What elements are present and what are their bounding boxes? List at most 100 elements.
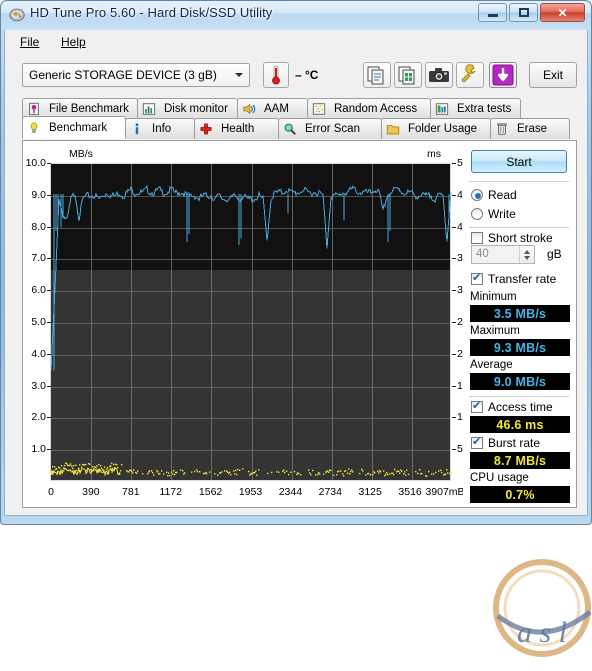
start-button[interactable]: Start [471, 150, 567, 173]
menu-bar: File Help [5, 30, 587, 52]
tab-info[interactable]: Info [125, 118, 195, 139]
x-axis-tick-label: 781 [122, 486, 140, 498]
checkbox-burst-rate-icon [471, 435, 483, 449]
left-axis-tick [47, 258, 51, 260]
short-stroke-spin-buttons[interactable] [519, 246, 534, 263]
tab-aam[interactable]: AAM [237, 98, 308, 119]
menu-file[interactable]: File [13, 33, 46, 50]
checkbox-access-time-label: Access time [488, 400, 553, 414]
average-value: 9.0 MB/s [470, 373, 570, 390]
benchmark-options-panel: Start Read Write Short stroke 40 gB ✔ Tr… [463, 141, 576, 507]
x-axis-tick-label: 3125 [358, 486, 382, 498]
window-title: HD Tune Pro 5.60 - Hard Disk/SSD Utility [30, 5, 273, 20]
average-label: Average [470, 359, 513, 371]
minimize-button[interactable] [478, 3, 507, 22]
left-axis-tick [47, 353, 51, 355]
radio-read[interactable]: Read [471, 188, 517, 202]
radio-write[interactable]: Write [471, 207, 516, 221]
tab-label: Erase [517, 123, 548, 135]
left-axis-tick [47, 226, 51, 228]
right-axis-tick [452, 194, 456, 196]
temperature-button[interactable] [263, 62, 289, 88]
tab-label: Folder Usage [408, 123, 478, 135]
left-axis-tick [47, 385, 51, 387]
checkbox-transfer-rate-label: Transfer rate [488, 272, 557, 286]
left-axis-tick-label: 6.0 [31, 284, 46, 297]
checkbox-burst-rate-label: Burst rate [488, 436, 541, 450]
watermark-overlay: a s l [480, 546, 592, 671]
x-axis-tick-label: 1172 [159, 486, 182, 498]
harddisk-icon [9, 7, 25, 23]
right-axis-tick [452, 385, 456, 387]
maximize-icon [510, 4, 537, 21]
tab-extra-tests[interactable]: Extra tests [430, 98, 521, 119]
tab-benchmark[interactable]: Benchmark [22, 116, 126, 139]
checkbox-short-stroke[interactable]: Short stroke [471, 231, 553, 245]
tab-label: Random Access [334, 103, 418, 115]
tab-label: AAM [264, 103, 289, 115]
cpu-usage-value: 0.7% [470, 486, 570, 503]
checkbox-burst-rate[interactable]: Burst rate [471, 435, 541, 450]
radio-read-label: Read [488, 188, 517, 202]
file-benchmark-icon [27, 102, 45, 116]
minimum-label: Minimum [470, 291, 517, 303]
tab-label: File Benchmark [49, 103, 129, 115]
short-stroke-stepper[interactable]: 40 [471, 245, 535, 264]
speaker-icon [242, 102, 260, 116]
x-axis-tick-label: 2734 [318, 486, 342, 498]
tab-label: Extra tests [457, 103, 512, 115]
checkbox-transfer-rate[interactable]: Transfer rate [471, 271, 557, 286]
short-stroke-value: 40 [476, 248, 489, 260]
magnifier-icon [283, 122, 301, 136]
right-axis-tick [452, 258, 456, 260]
tab-label: Health [221, 123, 255, 135]
checkbox-access-time[interactable]: Access time [471, 399, 553, 414]
divider [469, 181, 569, 182]
settings-button[interactable] [456, 62, 484, 88]
left-axis-tick-label: 7.0 [31, 252, 46, 265]
benchmark-panel: MB/s ms 10.0 9.0 8.0 7.0 6.0 5.0 4.0 3.0 2.0 1.0 … [22, 140, 592, 657]
spinner-up-icon[interactable] [524, 250, 530, 254]
spinner-down-icon[interactable] [524, 256, 530, 260]
left-axis-tick-label: 5.0 [31, 316, 46, 328]
exit-button-label: Exit [542, 68, 563, 82]
right-axis-tick [452, 353, 456, 355]
divider [469, 227, 569, 228]
tab-health[interactable]: Health [194, 118, 279, 139]
left-axis-tick [47, 290, 51, 292]
tab-disk-monitor[interactable]: Disk monitor [137, 98, 238, 119]
access-time-value: 46.6 ms [470, 416, 570, 433]
menu-help[interactable]: Help [54, 33, 93, 50]
chart-left-axis-unit: MB/s [69, 148, 93, 160]
svg-text:a s l: a s l [517, 616, 567, 649]
left-axis-tick [47, 449, 51, 451]
tab-erase[interactable]: Erase [490, 118, 570, 139]
maximize-button[interactable] [509, 3, 538, 22]
export-excel-button[interactable] [394, 62, 422, 88]
right-axis-tick [452, 417, 456, 419]
benchmark-chart: MB/s ms 10.0 9.0 8.0 7.0 6.0 5.0 4.0 3.0 2.0 1.0 … [23, 141, 469, 507]
tab-folder-usage[interactable]: Folder Usage [381, 118, 491, 139]
red-cross-icon [199, 122, 217, 136]
tab-strip-bottom: Benchmark Info Health Error Scan Folder U… [22, 116, 577, 140]
radio-write-icon [471, 208, 483, 220]
maximum-label: Maximum [470, 325, 520, 337]
close-icon: ✕ [557, 5, 568, 20]
download-button[interactable] [489, 62, 517, 88]
lightbulb-icon [27, 121, 45, 135]
device-select[interactable]: Generic STORAGE DEVICE (3 gB) [22, 63, 250, 87]
maximum-value: 9.3 MB/s [470, 339, 570, 356]
chart-series-layer [51, 184, 452, 477]
left-axis-tick-label: 10.0 [25, 157, 46, 169]
grid-chart-icon [435, 102, 453, 116]
tab-error-scan[interactable]: Error Scan [278, 118, 382, 139]
screenshot-button[interactable] [425, 62, 453, 88]
x-axis-tick-label: 390 [82, 486, 100, 498]
application-window: HD Tune Pro 5.60 - Hard Disk/SSD Utility… [0, 0, 592, 657]
tab-random-access[interactable]: Random Access [307, 98, 431, 119]
exit-button[interactable]: Exit [529, 62, 577, 88]
temperature-value: – °C [295, 68, 319, 82]
copy-to-clipboard-button[interactable] [363, 62, 391, 88]
close-button[interactable]: ✕ [540, 3, 585, 22]
x-axis-tick-label: 3516 [398, 486, 422, 498]
